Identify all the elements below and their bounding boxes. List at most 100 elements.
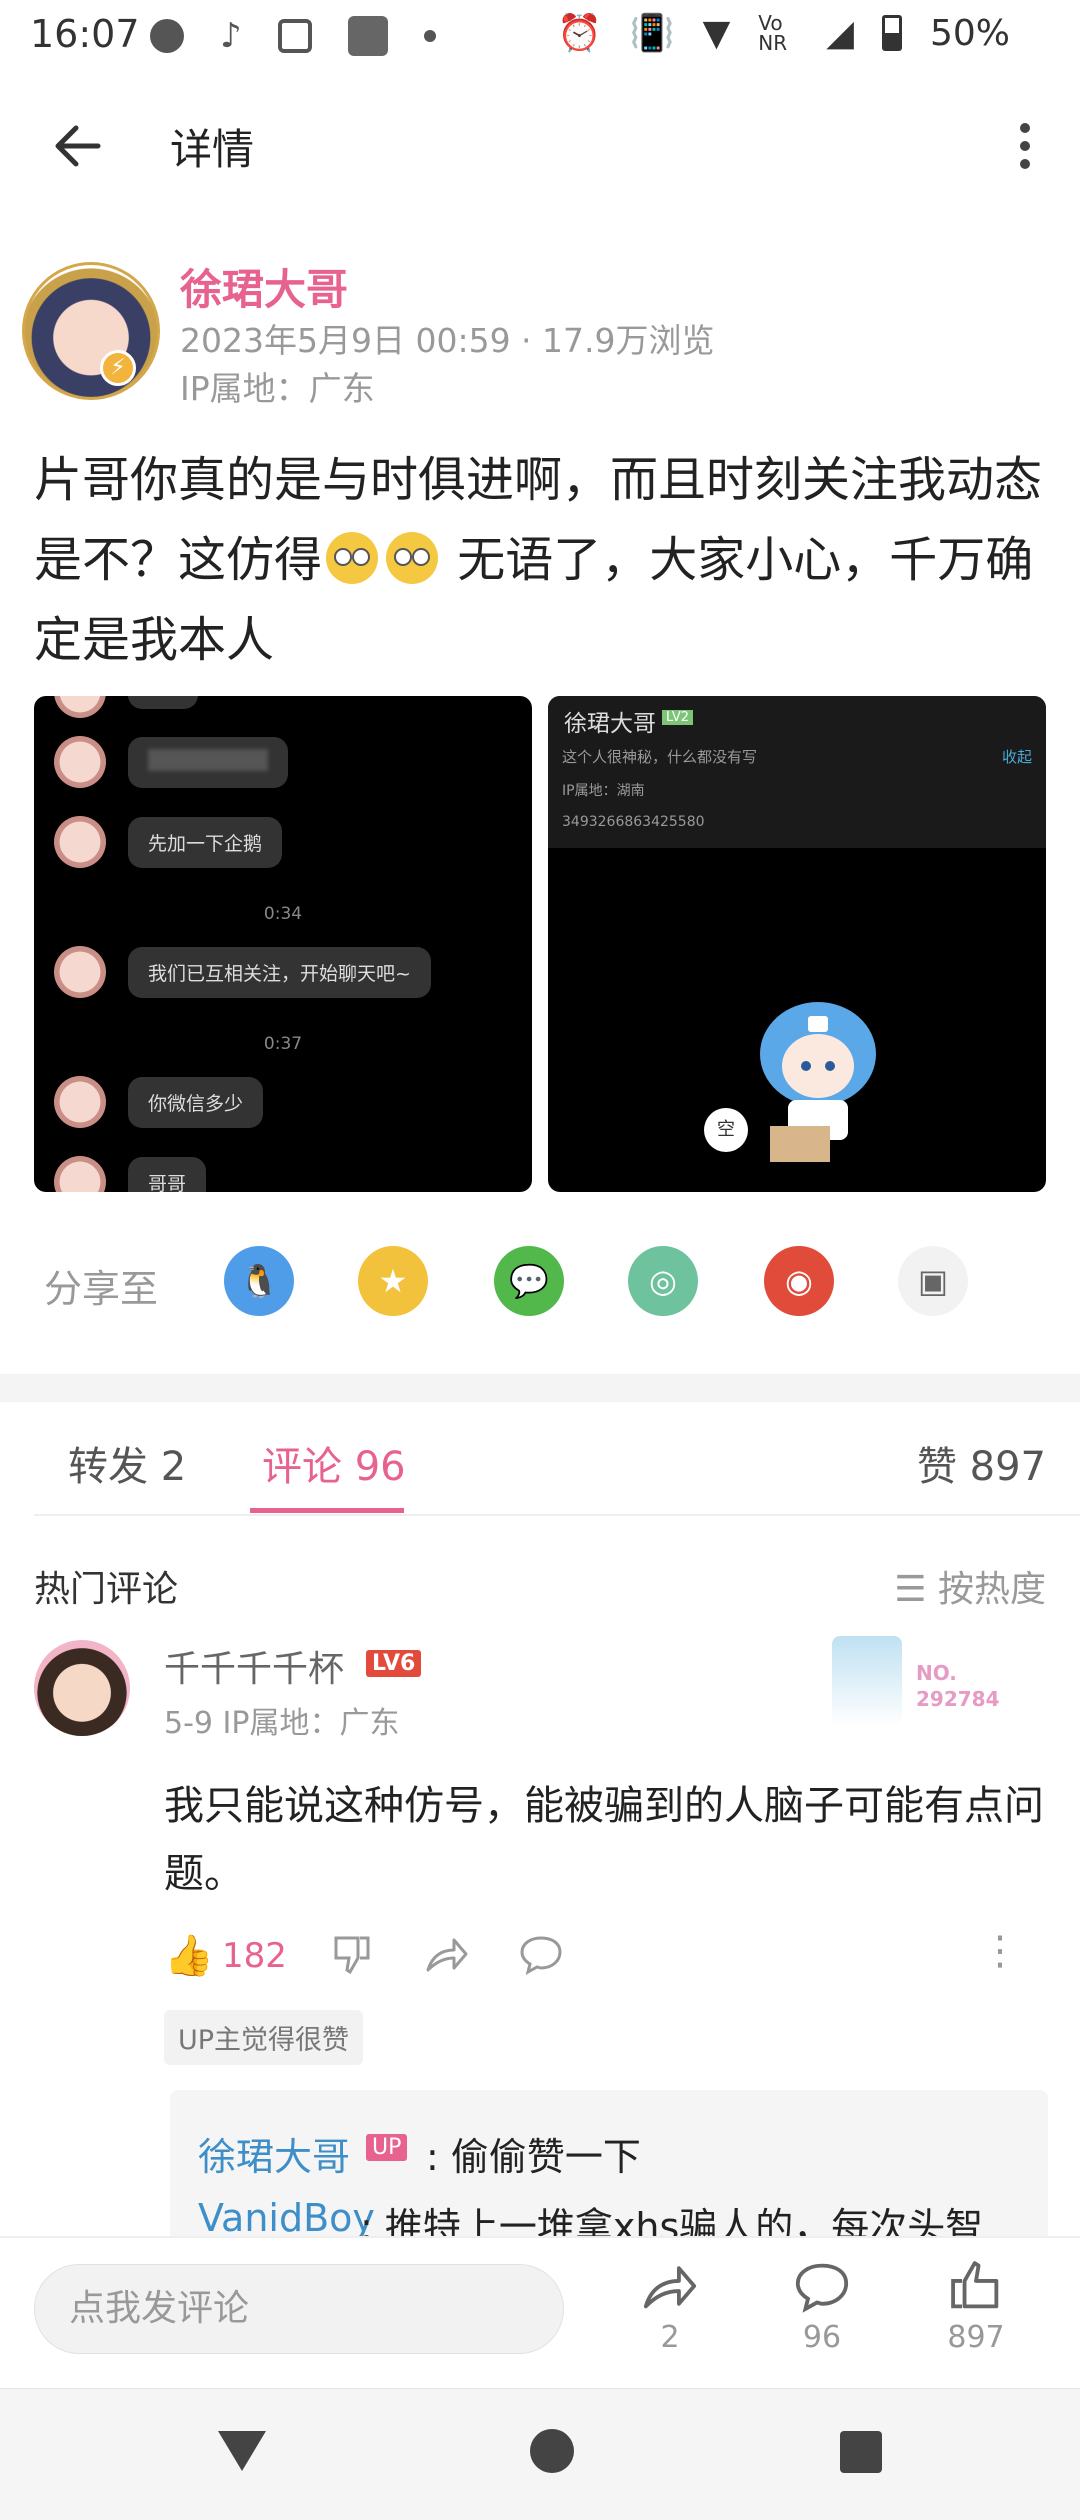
chat-avatar [54,1076,106,1128]
chat-avatar [54,816,106,868]
fan-number-value: 292784 [916,1687,1000,1711]
bottom-action-bar: 点我发评论 2 96 897 [0,2236,1080,2386]
thumbs-down-icon[interactable] [330,1932,374,1976]
chat-bubble [128,696,198,709]
message-icon [150,19,184,53]
alarm-icon: ⏰ [556,13,602,54]
chat-time: 0:37 [263,1034,303,1054]
thumbs-up-icon[interactable]: 👍 [164,1932,214,1979]
empty-bubble: 空 [704,1108,748,1152]
chat-row [54,736,288,788]
page-title: 详情 [170,125,255,174]
post-text: 片哥你真的是与时俱进啊，而且时刻关注我动态是不？这仿得 无语了，大家小心，千万确… [34,440,1054,680]
sort-button[interactable]: ☰ 按热度 [894,1560,1046,1612]
post-image-profile[interactable]: 徐珺大哥 LV2 这个人很神秘，什么都没有写 收起 IP属地：湖南 349326… [548,696,1046,1192]
comment-input[interactable]: 点我发评论 [34,2264,564,2354]
system-icons: ⏰ 📳 ▼ Vo NR ◢ 50% [556,11,1010,55]
level-badge: LV6 [366,1650,422,1677]
chat-row: 哥哥 [54,1156,207,1192]
qzone-icon[interactable]: ★ [358,1246,428,1316]
profile-collapse: 收起 [1001,748,1032,766]
share-button[interactable]: 2 [620,2258,720,2355]
app-header: 详情 [0,90,1080,200]
weibo-icon[interactable]: ◉ [764,1246,834,1316]
chat-bubble-blurred [128,736,288,788]
profile-header: 徐珺大哥 LV2 这个人很神秘，什么都没有写 收起 IP属地：湖南 349326… [548,696,1046,848]
profile-desc: 这个人很神秘，什么都没有写 [562,748,758,766]
moments-icon[interactable]: ◎ [628,1246,698,1316]
profile-name: 徐珺大哥 [564,711,656,737]
comment-like-count: 182 [222,1936,287,1976]
share-icon [643,2266,697,2309]
vibrate-icon: 📳 [629,13,675,54]
share-icon[interactable] [424,1932,470,1976]
like-button[interactable]: 897 [926,2258,1026,2355]
wechat-icon[interactable]: 💬 [494,1246,564,1316]
arrow-left-icon[interactable] [50,118,106,174]
comment-text: 我只能说这种仿号，能被骗到的人脑子可能有点问题。 [164,1783,1044,1897]
tab-like[interactable]: 赞 897 [917,1434,1046,1492]
chat-time: 0:34 [263,904,303,924]
chat-avatar [54,1156,106,1192]
nav-back-icon[interactable] [218,2431,266,2471]
chat-row: 你微信多少 [54,1076,264,1128]
reply-user-name[interactable]: 徐珺大哥 [198,2126,350,2181]
chat-bubble: 你微信多少 [128,1076,264,1128]
tab-indicator [250,1508,404,1513]
mascot-illustration [760,1002,876,1162]
post-date-views: 2023年5月9日 00:59 · 17.9万浏览 [180,321,715,360]
wifi-icon: ▼ [702,12,731,54]
chat-avatar [54,696,106,718]
section-divider [0,1374,1080,1402]
volte-label: Vo NR [758,11,788,55]
qq-icon[interactable]: 🐧 [224,1246,294,1316]
eye-roll-emoji-icon [326,532,379,584]
share-count: 2 [660,2320,680,2355]
up-badge: UP [366,2134,408,2161]
up-liked-tag: UP主觉得很赞 [164,2010,364,2065]
signal-icon: ◢ [826,12,854,54]
fan-badge-icon [832,1636,902,1726]
tab-divider [34,1514,1080,1516]
verified-badge-icon: ⚡ [100,350,136,386]
chat-bubble: 先加一下企鹅 [128,816,283,868]
fan-number: NO. 292784 [916,1660,1000,1712]
profile-uid: 3493266863425580 [562,814,705,830]
reply-text: : 偷偷赞一下 [426,2135,641,2179]
share-label: 分享至 [44,1267,159,1311]
calendar-icon [277,19,312,53]
tiktok-icon: ♪ [220,16,242,56]
eye-roll-emoji-icon [386,532,439,584]
tab-comment[interactable]: 评论 96 [262,1434,406,1492]
comment-avatar[interactable] [34,1640,130,1736]
nav-recents-icon[interactable] [840,2431,882,2473]
post-image-chat[interactable]: 先加一下企鹅 0:34 我们已互相关注，开始聊天吧~ 0:37 你微信多少 哥哥 [34,696,532,1192]
chat-row [54,696,198,718]
comment-user-name[interactable]: 千千千千杯 [164,1640,344,1692]
comment-button[interactable]: 96 [772,2258,872,2355]
chat-bubble: 哥哥 [128,1156,207,1192]
reply-user-name[interactable]: VanidBoy [198,2196,375,2240]
author-name[interactable]: 徐珺大哥 [180,256,348,317]
post-ip-location: IP属地：广东 [180,369,375,408]
comment-meta: 5-9 IP属地：广东 [164,1706,400,1741]
reply-box[interactable]: 徐珺大哥 UP : 偷偷赞一下 VanidBoy : 推特上一堆拿xhs骗人的，… [170,2090,1048,2260]
status-time: 16:07 [30,12,140,56]
author-avatar[interactable] [22,262,160,400]
comment-count: 96 [802,2320,842,2355]
hot-comments-title: 热门评论 [34,1569,179,1610]
profile-ip: IP属地：湖南 [562,783,645,799]
nav-home-icon[interactable] [530,2429,574,2473]
chat-bubble: 我们已互相关注，开始聊天吧~ [128,946,431,998]
reply-icon[interactable] [518,1932,564,1976]
like-count: 897 [947,2320,1005,2355]
system-nav-bar [0,2388,1080,2520]
save-image-icon[interactable]: ▣ [898,1246,968,1316]
chat-avatar [54,736,106,788]
tab-repost[interactable]: 转发 2 [68,1434,186,1492]
more-vertical-icon[interactable] [1010,118,1040,174]
battery-percent: 50% [929,12,1010,54]
comment-more-icon[interactable]: ⋮ [980,1928,1020,1974]
chat-row: 先加一下企鹅 [54,816,283,868]
status-bar: 16:07 ♪ ⏰ 📳 ▼ Vo NR ◢ 50% [0,0,1080,72]
